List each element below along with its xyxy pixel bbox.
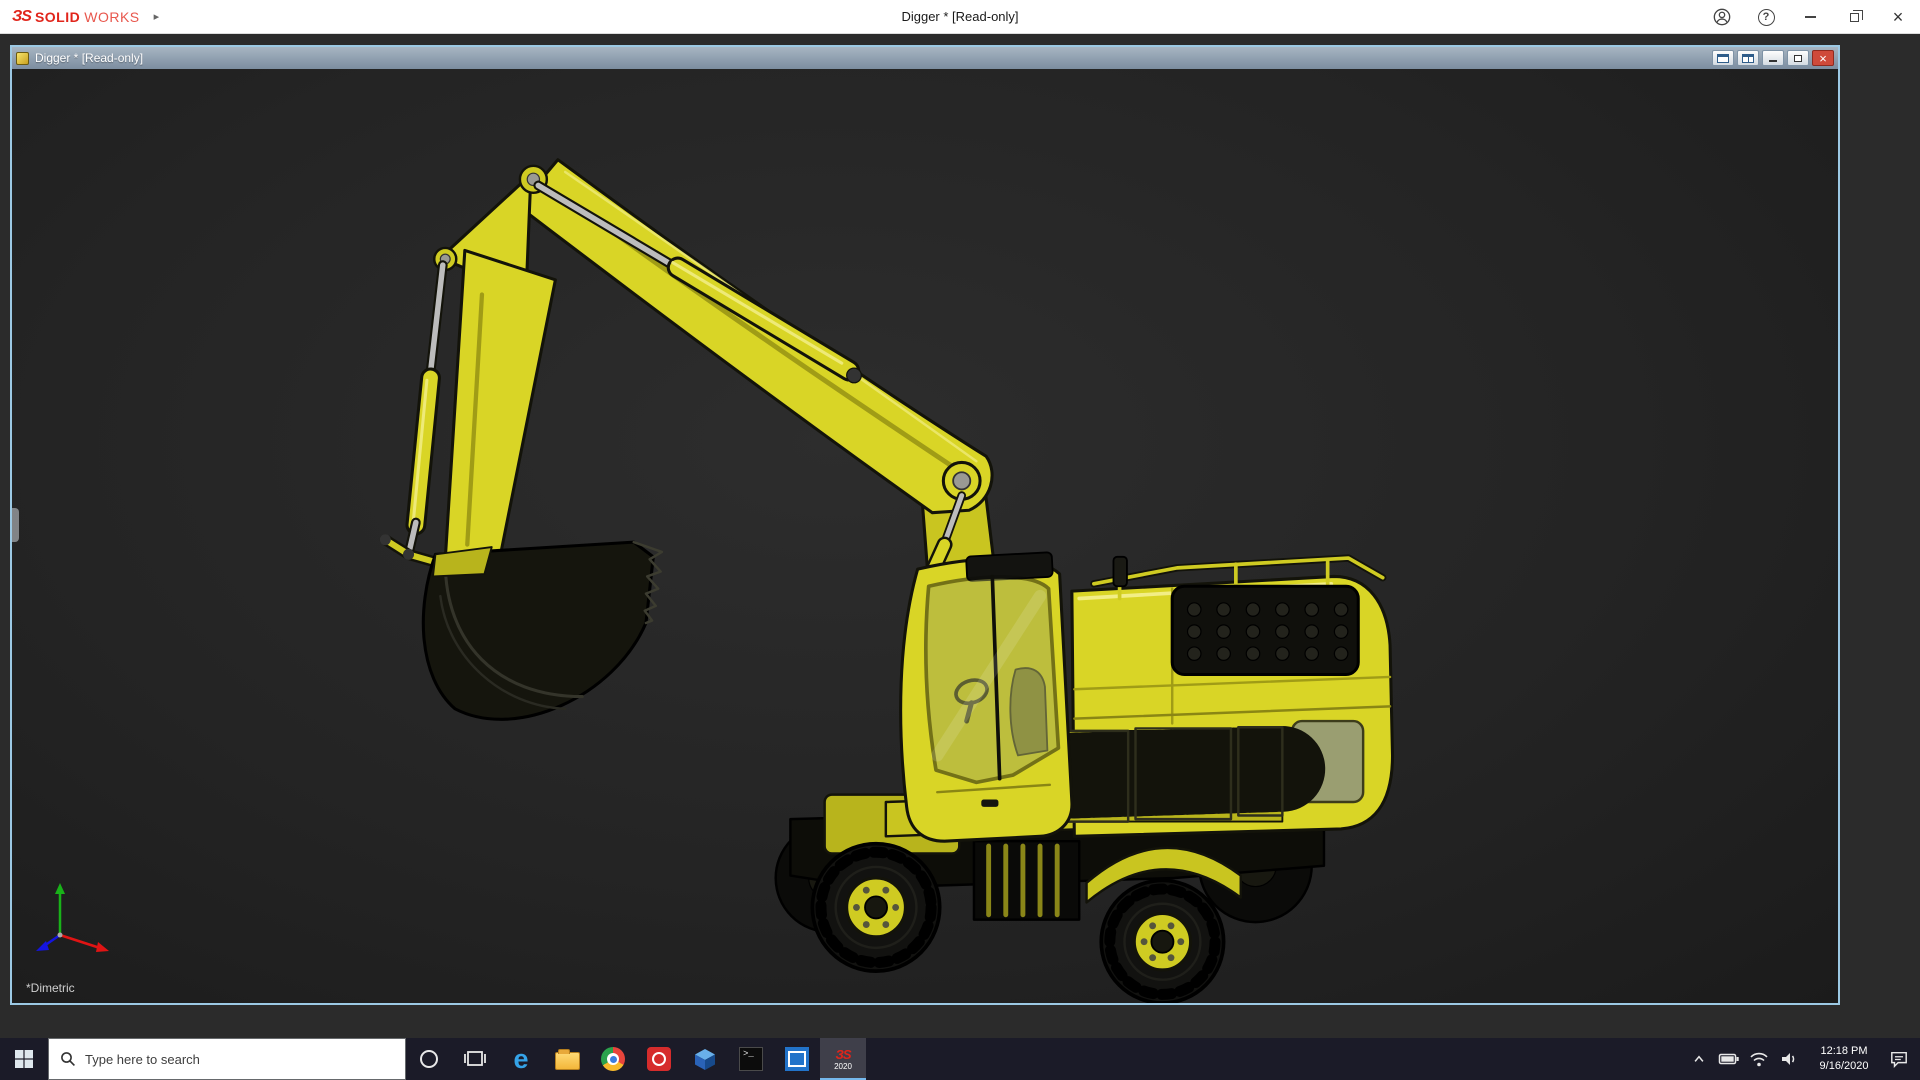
battery-icon xyxy=(1718,1050,1740,1068)
app-window-title: Digger * [Read-only] xyxy=(901,9,1018,24)
clock-time: 12:18 PM xyxy=(1820,1044,1867,1059)
solidworks-logo: ЗS SOLID WORKS ▸ xyxy=(0,8,159,26)
solidworks-2020-icon: ЗS 2020 xyxy=(834,1048,852,1071)
file-explorer-icon xyxy=(555,1052,580,1070)
file-explorer-button[interactable] xyxy=(544,1038,590,1080)
doc-minimize-button[interactable] xyxy=(1762,50,1784,66)
solidworks-2020-button[interactable]: ЗS 2020 xyxy=(820,1038,866,1080)
blue-window-icon xyxy=(785,1047,809,1071)
volume-icon xyxy=(1779,1050,1799,1068)
windows-logo-icon xyxy=(14,1049,34,1069)
close-icon: × xyxy=(1893,8,1904,26)
help-icon: ? xyxy=(1758,9,1775,26)
graphics-viewport[interactable]: *Dimetric xyxy=(12,69,1838,1003)
red-app-icon xyxy=(647,1047,671,1071)
tile-window-icon xyxy=(1717,54,1729,63)
cortana-icon xyxy=(418,1048,440,1070)
part-document-icon xyxy=(16,52,29,65)
account-button[interactable] xyxy=(1700,0,1744,34)
blue-cube-app-button[interactable] xyxy=(682,1038,728,1080)
battery-button[interactable] xyxy=(1714,1038,1744,1080)
taskbar-clock[interactable]: 12:18 PM 9/16/2020 xyxy=(1804,1038,1884,1080)
start-button[interactable] xyxy=(0,1038,48,1080)
system-tray: 12:18 PM 9/16/2020 xyxy=(1684,1038,1920,1080)
minimize-icon xyxy=(1805,16,1816,18)
document-titlebar[interactable]: Digger * [Read-only] × xyxy=(12,47,1838,69)
task-view-icon xyxy=(463,1049,487,1069)
help-button[interactable]: ? xyxy=(1744,0,1788,34)
desktop: ЗS SOLID WORKS ▸ Digger * [Read-only] ? xyxy=(0,0,1920,1080)
command-prompt-icon: >_ xyxy=(739,1047,763,1071)
chrome-icon xyxy=(601,1047,625,1071)
app-titlebar[interactable]: ЗS SOLID WORKS ▸ Digger * [Read-only] ? xyxy=(0,0,1920,34)
taskbar-search[interactable] xyxy=(48,1038,406,1080)
doc-minimize-icon xyxy=(1769,60,1777,62)
view-orientation-label: *Dimetric xyxy=(26,981,75,995)
app-client-area: Digger * [Read-only] × xyxy=(0,34,1920,1038)
network-button[interactable] xyxy=(1744,1038,1774,1080)
excavator-model[interactable] xyxy=(12,69,1838,1003)
doc-split-button[interactable] xyxy=(1737,50,1759,66)
document-title: Digger * [Read-only] xyxy=(35,51,143,65)
cortana-button[interactable] xyxy=(406,1038,452,1080)
restore-icon xyxy=(1850,13,1859,22)
doc-tile-button[interactable] xyxy=(1712,50,1734,66)
split-window-icon xyxy=(1742,54,1754,63)
tray-overflow-button[interactable] xyxy=(1684,1038,1714,1080)
document-window-controls: × xyxy=(1709,50,1834,66)
minimize-button[interactable] xyxy=(1788,0,1832,34)
restore-button[interactable] xyxy=(1832,0,1876,34)
blue-cube-icon xyxy=(693,1047,717,1071)
orientation-triad xyxy=(30,873,122,969)
edge-icon: e xyxy=(513,1046,528,1073)
chrome-app-button[interactable] xyxy=(590,1038,636,1080)
chevron-up-icon xyxy=(1692,1052,1706,1066)
search-input[interactable] xyxy=(85,1052,394,1067)
doc-close-button[interactable]: × xyxy=(1812,50,1834,66)
clock-date: 9/16/2020 xyxy=(1820,1059,1869,1074)
dassault-3s-logo-icon: ЗS xyxy=(12,8,31,26)
red-app-button[interactable] xyxy=(636,1038,682,1080)
brand-solid-label: SOLID xyxy=(35,9,80,25)
solidworks-mark: ЗS xyxy=(835,1048,850,1061)
document-window: Digger * [Read-only] × xyxy=(10,45,1840,1005)
doc-close-icon: × xyxy=(1819,52,1827,65)
task-view-button[interactable] xyxy=(452,1038,498,1080)
close-button[interactable]: × xyxy=(1876,0,1920,34)
solidworks-year-badge: 2020 xyxy=(834,1063,852,1071)
brand-works-label: WORKS xyxy=(84,9,139,25)
featuremanager-collapsed-tab[interactable] xyxy=(12,508,19,542)
action-center-icon xyxy=(1889,1050,1909,1068)
menu-expand-arrow-icon[interactable]: ▸ xyxy=(154,10,160,23)
edge-app-button[interactable]: e xyxy=(498,1038,544,1080)
taskbar: e >_ ЗS 2020 xyxy=(0,1038,1920,1080)
doc-restore-button[interactable] xyxy=(1787,50,1809,66)
command-prompt-button[interactable]: >_ xyxy=(728,1038,774,1080)
account-icon xyxy=(1712,7,1732,27)
search-icon xyxy=(60,1051,76,1067)
volume-button[interactable] xyxy=(1774,1038,1804,1080)
doc-restore-icon xyxy=(1794,55,1802,62)
window-controls: ? × xyxy=(1700,0,1920,34)
blue-window-app-button[interactable] xyxy=(774,1038,820,1080)
action-center-button[interactable] xyxy=(1884,1038,1914,1080)
wifi-icon xyxy=(1749,1050,1769,1068)
